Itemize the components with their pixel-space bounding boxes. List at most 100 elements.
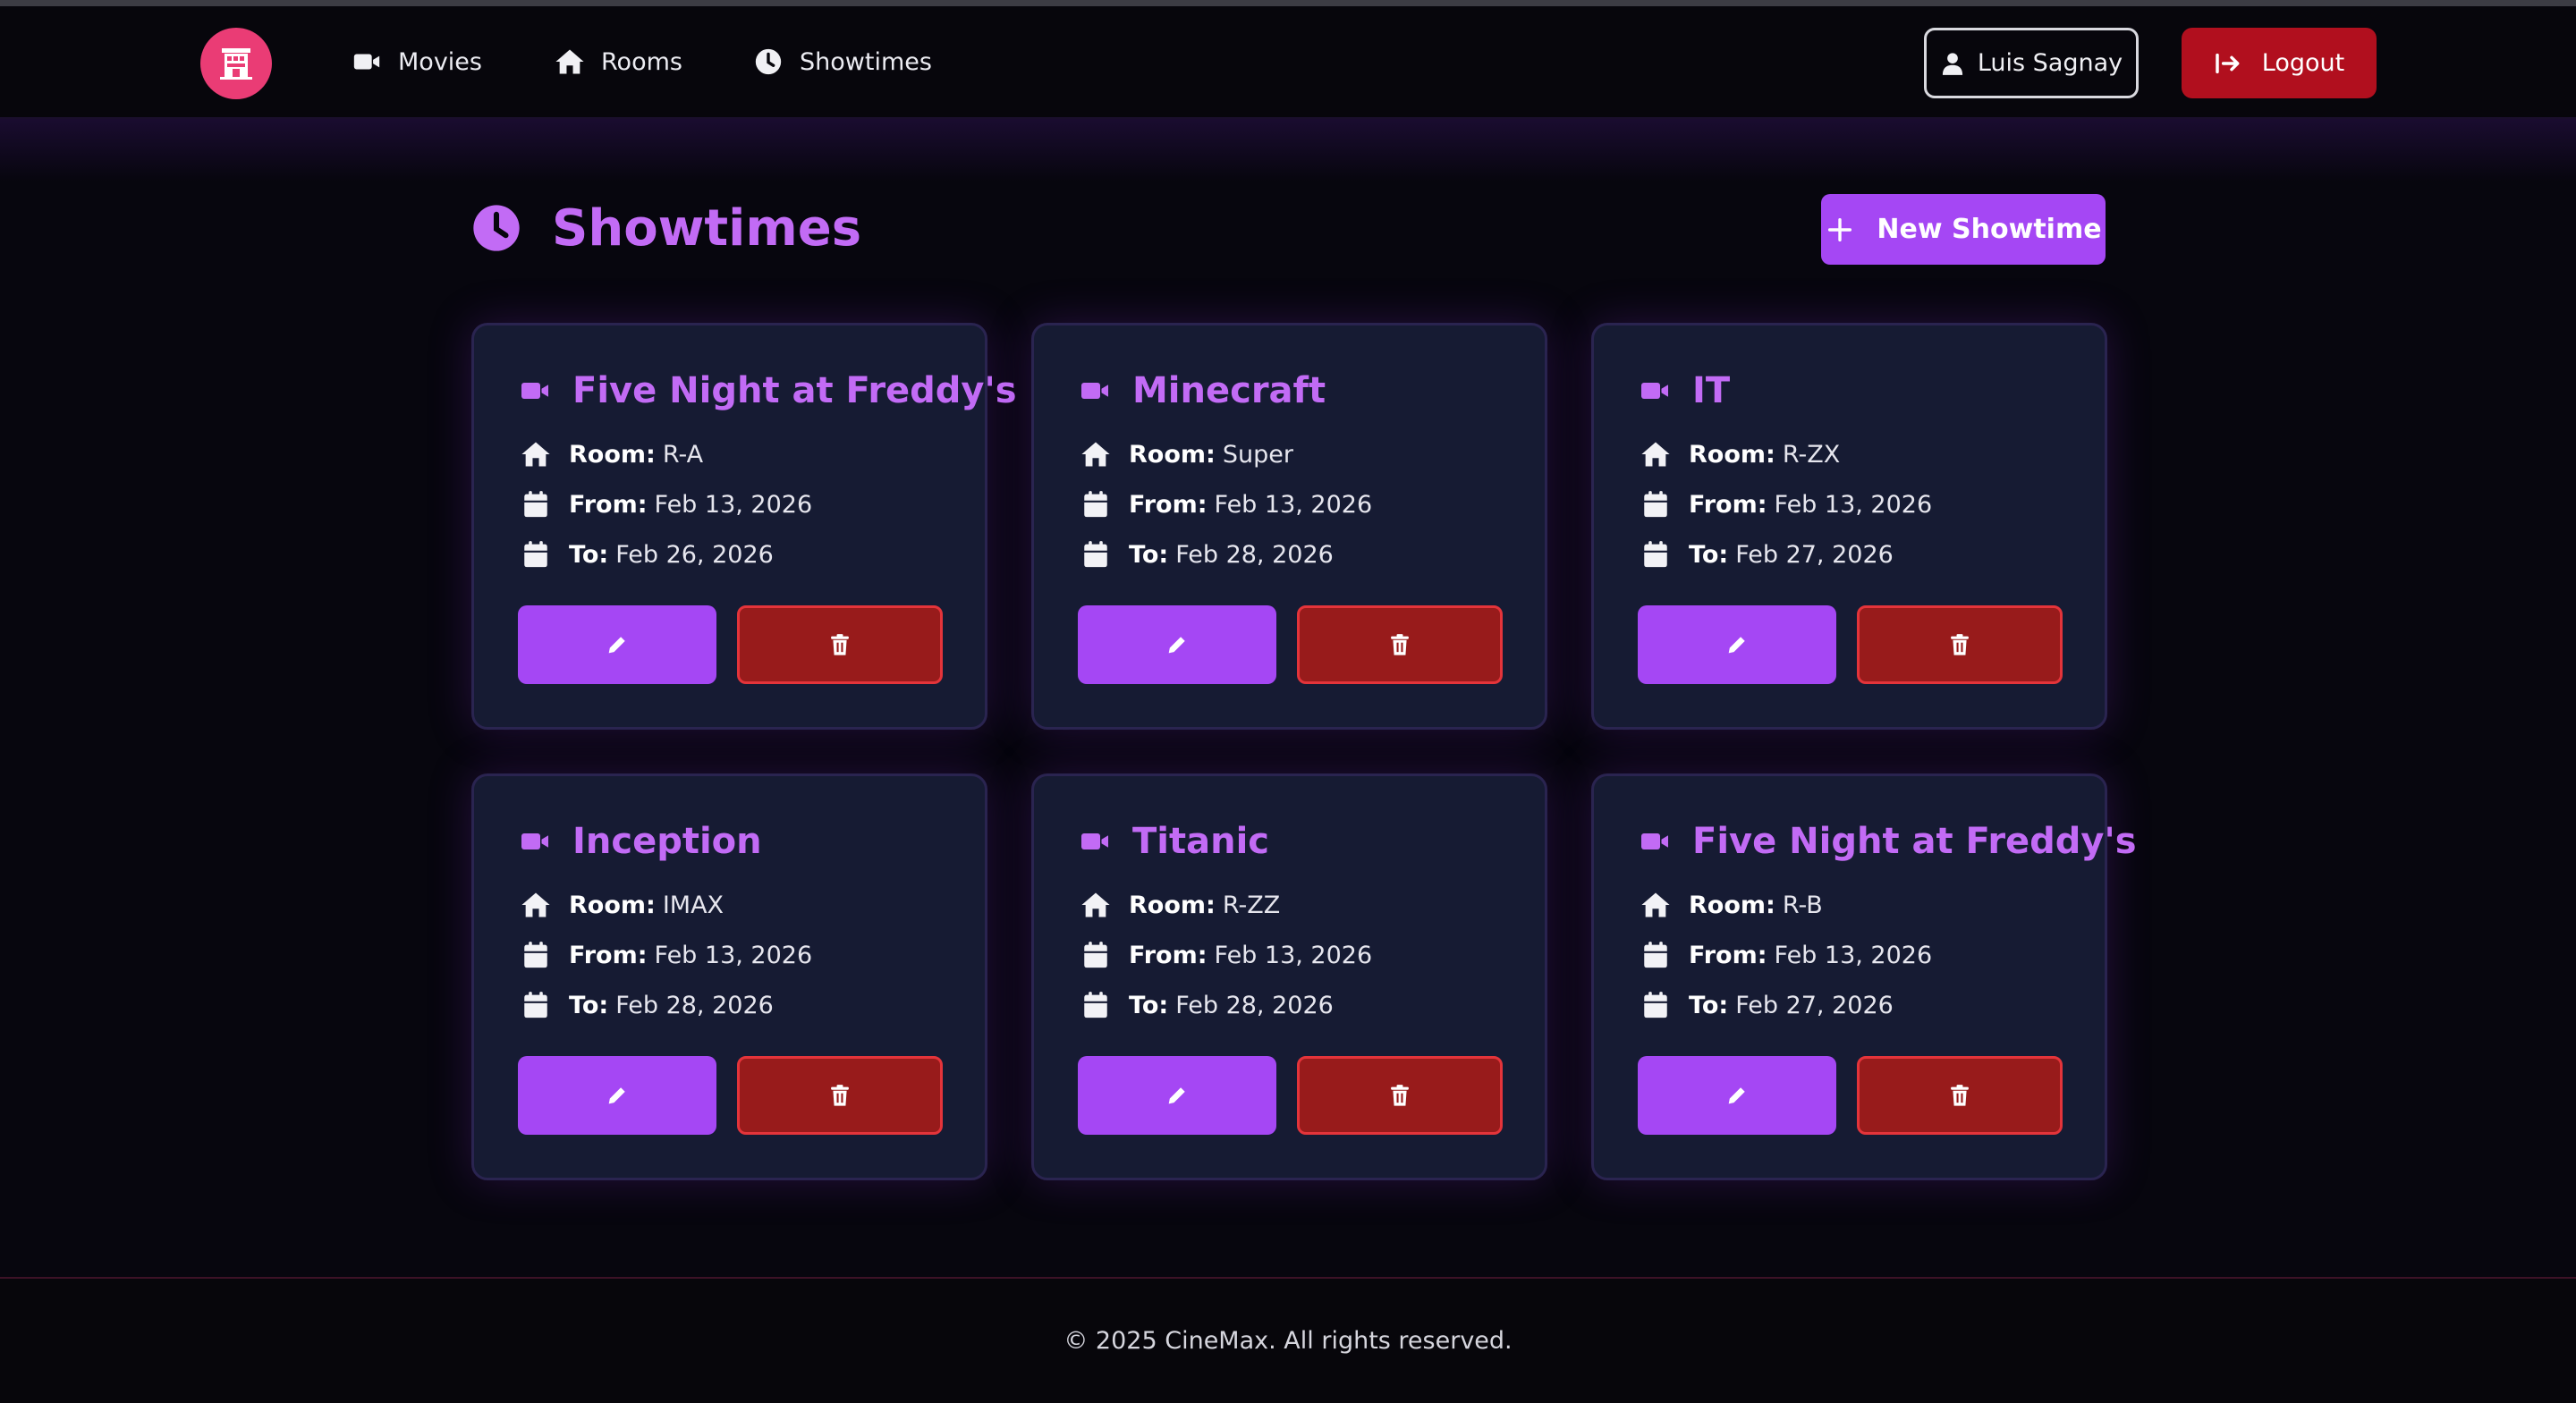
to-label: To: [569,540,609,569]
nav-link-movies[interactable]: Movies [352,39,482,84]
to-row: To: Feb 27, 2026 [1640,539,1894,570]
from-text: From: Feb 13, 2026 [1129,942,1372,969]
video-icon [353,54,380,70]
calendar-icon [1644,942,1667,968]
nav-link-label: Movies [398,47,482,76]
room-value: IMAX [662,891,724,919]
room-text: Room: R-ZX [1689,441,1840,469]
pencil-icon [1168,637,1185,654]
clock-icon [473,205,520,251]
from-label: From: [1689,941,1767,969]
from-value: Feb 13, 2026 [1214,490,1373,519]
to-text: To: Feb 26, 2026 [569,541,774,569]
delete-showtime-button[interactable] [737,605,943,684]
room-row: Room: IMAX [521,890,724,920]
calendar-icon [1644,491,1667,518]
pencil-icon [1728,637,1745,654]
new-showtime-button[interactable]: New Showtime [1821,194,2106,265]
window-top-line [0,0,2576,6]
video-icon [1641,833,1668,849]
cinema-building-icon [220,48,252,80]
edit-showtime-button[interactable] [518,605,716,684]
nav-link-rooms[interactable]: Rooms [555,39,682,84]
to-row: To: Feb 28, 2026 [1080,990,1334,1020]
nav-link-label: Showtimes [800,47,932,76]
trash-icon [1951,634,1969,655]
pencil-icon [1168,1087,1185,1104]
movie-title-text: Five Night at Freddy's [572,370,1017,411]
edit-showtime-button[interactable] [1638,605,1836,684]
room-label: Room: [1129,440,1216,469]
clock-icon [755,48,782,75]
showtime-card: Inception Room: IMAX From: Feb 13, 2026 To: Fe… [471,773,987,1180]
movie-title-text: IT [1692,370,1731,411]
delete-showtime-button[interactable] [1857,1056,2063,1135]
movie-title-text: Titanic [1132,821,1270,862]
movie-title-text: Inception [572,821,762,862]
calendar-icon [1644,541,1667,568]
trash-icon [1391,1085,1409,1106]
delete-showtime-button[interactable] [1297,1056,1503,1135]
movie-title: Minecraft [1079,370,1326,411]
delete-showtime-button[interactable] [737,1056,943,1135]
to-label: To: [1129,991,1169,1019]
from-value: Feb 13, 2026 [1774,941,1933,969]
movie-title: Five Night at Freddy's [519,370,1017,411]
calendar-icon [1644,992,1667,1018]
room-text: Room: R-ZZ [1129,892,1280,919]
video-icon [521,383,548,399]
to-row: To: Feb 27, 2026 [1640,990,1894,1020]
edit-showtime-button[interactable] [1638,1056,1836,1135]
room-label: Room: [1689,891,1775,919]
user-icon [1942,52,1962,75]
from-value: Feb 13, 2026 [654,941,813,969]
pencil-icon [608,637,625,654]
to-value: Feb 28, 2026 [615,991,774,1019]
cinema-logo[interactable] [200,28,272,99]
room-row: Room: R-ZX [1640,439,1840,469]
from-row: From: Feb 13, 2026 [1640,940,1932,970]
trash-icon [831,634,849,655]
delete-showtime-button[interactable] [1857,605,2063,684]
room-label: Room: [569,891,656,919]
showtime-card: IT Room: R-ZX From: Feb 13, 2026 To: Feb 27, 2… [1591,323,2107,730]
from-label: From: [569,490,648,519]
delete-showtime-button[interactable] [1297,605,1503,684]
room-text: Room: Super [1129,441,1293,469]
room-row: Room: R-A [521,439,703,469]
home-icon [1081,892,1110,917]
home-icon [521,892,550,917]
copyright-text: © 2025 CineMax. All rights reserved. [1063,1327,1513,1355]
edit-showtime-button[interactable] [1078,605,1276,684]
to-row: To: Feb 28, 2026 [521,990,774,1020]
calendar-icon [1084,491,1107,518]
room-value: Super [1222,440,1293,469]
header-glow [0,119,2576,182]
home-icon [1641,442,1670,467]
from-row: From: Feb 13, 2026 [1640,489,1932,520]
to-label: To: [1689,991,1729,1019]
room-label: Room: [1689,440,1775,469]
user-profile-button[interactable]: Luis Sagnay [1924,28,2139,98]
logout-icon [2216,53,2240,73]
logout-button[interactable]: Logout [2182,28,2377,98]
from-value: Feb 13, 2026 [654,490,813,519]
from-label: From: [1129,941,1208,969]
edit-showtime-button[interactable] [1078,1056,1276,1135]
nav-link-showtimes[interactable]: Showtimes [753,39,932,84]
showtime-card: Five Night at Freddy's Room: R-B From: Feb 1… [1591,773,2137,1180]
nav-link-label: Rooms [601,47,682,76]
movie-title: IT [1639,370,1730,411]
from-text: From: Feb 13, 2026 [569,491,812,519]
showtime-card: Minecraft Room: Super From: Feb 13, 2026 To: F… [1031,323,1547,730]
to-label: To: [569,991,609,1019]
footer: © 2025 CineMax. All rights reserved. [0,1277,2576,1403]
new-showtime-label: New Showtime [1877,214,2102,245]
edit-showtime-button[interactable] [518,1056,716,1135]
logout-label: Logout [2261,49,2345,77]
room-row: Room: R-ZZ [1080,890,1280,920]
to-text: To: Feb 28, 2026 [569,992,774,1019]
from-text: From: Feb 13, 2026 [569,942,812,969]
calendar-icon [1084,541,1107,568]
from-row: From: Feb 13, 2026 [521,489,812,520]
